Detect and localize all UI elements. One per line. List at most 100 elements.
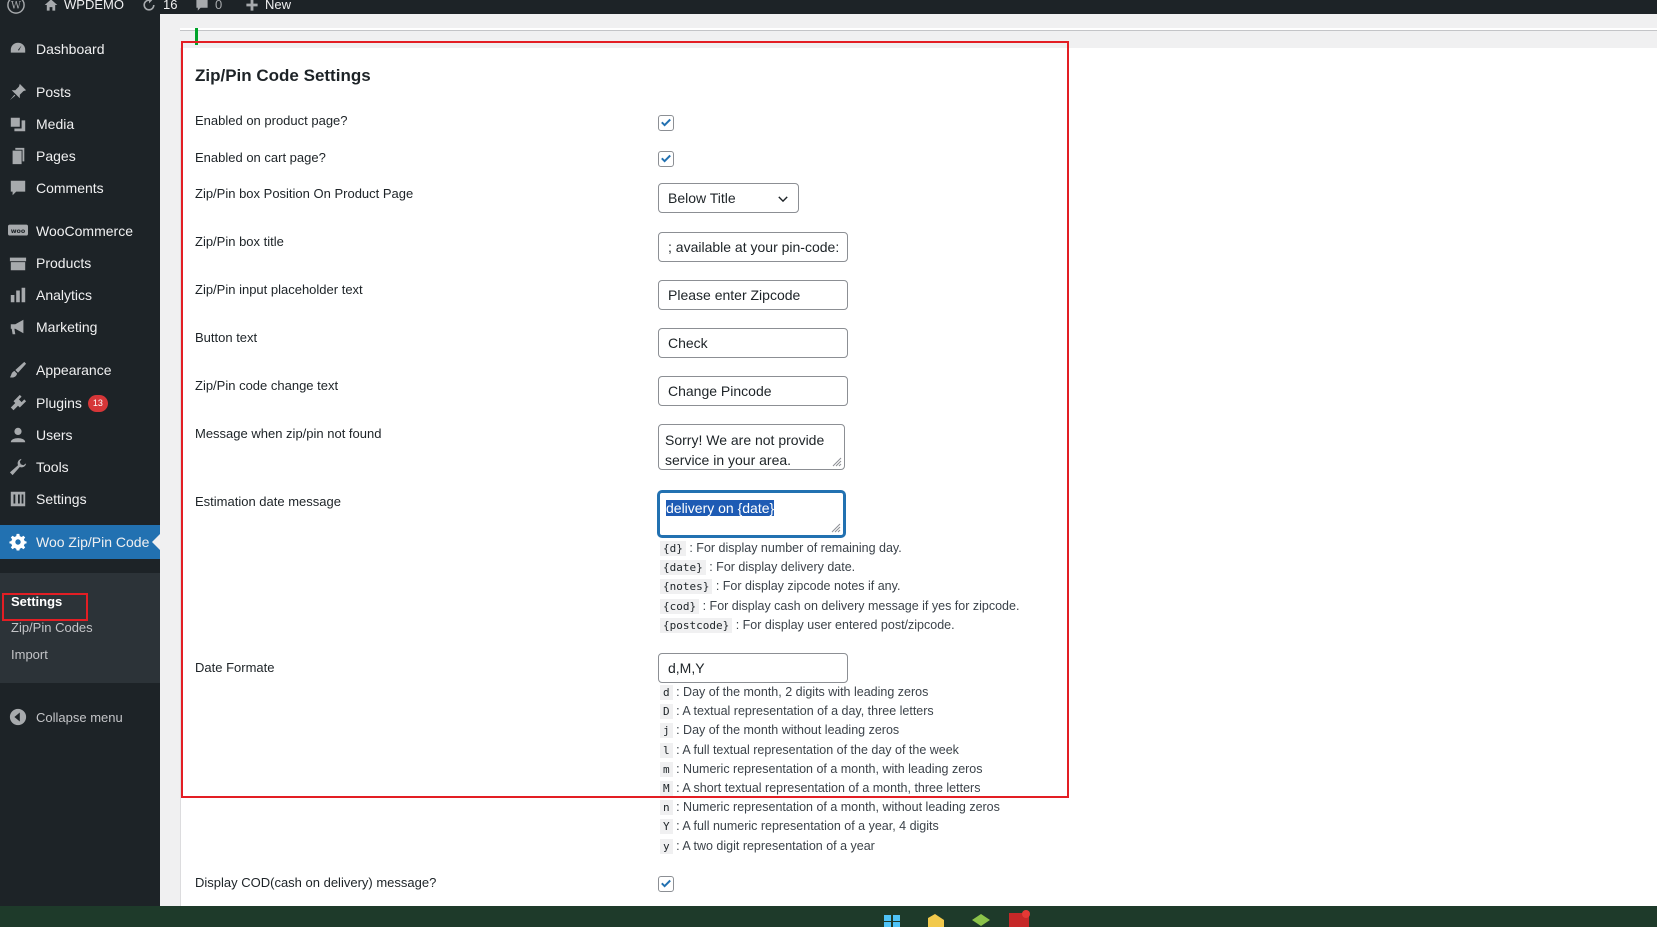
- menu-item-appearance[interactable]: Appearance: [0, 353, 160, 387]
- settings-sliders-icon: [8, 489, 28, 509]
- menu-item-users[interactable]: Users: [0, 418, 160, 452]
- checkmark-icon: [661, 154, 671, 163]
- date-format-label: Date Formate: [195, 660, 275, 675]
- woo-zip-pin-submenu: Settings Zip/Pin Codes Import: [0, 573, 160, 683]
- menu-label-media: Media: [36, 116, 75, 132]
- menu-label-appearance: Appearance: [36, 362, 112, 378]
- help-text: : Numeric representation of a month, wit…: [676, 761, 983, 776]
- help-text: : A full textual representation of the d…: [676, 742, 959, 757]
- updates-link[interactable]: 16: [141, 0, 177, 14]
- collapse-menu-label: Collapse menu: [36, 709, 123, 725]
- menu-item-marketing[interactable]: Marketing: [0, 310, 160, 344]
- help-line: {date} : For display delivery date.: [660, 558, 1019, 577]
- menu-label-woo-zip-pin-code: Woo Zip/Pin Code: [36, 534, 150, 550]
- menu-item-settings[interactable]: Settings: [0, 482, 160, 516]
- change-text-input[interactable]: Change Pincode: [658, 376, 848, 406]
- menu-item-woocommerce[interactable]: woo WooCommerce: [0, 214, 160, 248]
- cod-message-checkbox[interactable]: [658, 876, 674, 892]
- file-explorer-icon[interactable]: [925, 910, 947, 927]
- os-taskbar: [0, 906, 1657, 927]
- dashboard-icon: [8, 39, 28, 59]
- menu-item-products[interactable]: Products: [0, 246, 160, 280]
- help-text: : For display delivery date.: [709, 560, 856, 575]
- menu-label-comments: Comments: [36, 180, 104, 196]
- plugins-update-badge: 13: [87, 394, 108, 412]
- help-line: M : A short textual representation of a …: [660, 779, 1000, 798]
- pin-icon: [8, 82, 28, 102]
- help-line: D : A textual representation of a day, t…: [660, 702, 1000, 721]
- notification-app-icon[interactable]: [1008, 910, 1030, 927]
- estimation-message-label: Estimation date message: [195, 494, 341, 509]
- enabled-product-checkbox[interactable]: [658, 115, 674, 131]
- placeholder-code: {notes}: [660, 579, 713, 595]
- app-icon[interactable]: [970, 910, 992, 927]
- help-text: : For display cash on delivery message i…: [702, 598, 1020, 613]
- button-text-input[interactable]: Check: [658, 328, 848, 358]
- estimation-message-text: delivery on {date}: [666, 500, 775, 516]
- box-title-input[interactable]: ; available at your pin-code:: [658, 232, 848, 262]
- format-code: d: [660, 685, 673, 700]
- menu-label-tools: Tools: [36, 459, 69, 475]
- estimation-message-textarea[interactable]: delivery on {date}: [658, 491, 845, 537]
- position-select-value: Below Title: [668, 190, 736, 206]
- collapse-arrow-icon: [8, 707, 28, 727]
- resize-grip-icon[interactable]: [831, 523, 841, 533]
- menu-item-tools[interactable]: Tools: [0, 450, 160, 484]
- menu-item-analytics[interactable]: Analytics: [0, 278, 160, 312]
- admin-sidebar: Dashboard Posts Media Pages Comments woo…: [0, 14, 160, 906]
- help-line: m : Numeric representation of a month, w…: [660, 760, 1000, 779]
- plus-icon: [246, 0, 258, 11]
- placeholder-text-label: Zip/Pin input placeholder text: [195, 282, 363, 297]
- chevron-down-icon: [778, 196, 788, 203]
- help-line: l : A full textual representation of the…: [660, 741, 1000, 760]
- help-text: : A short textual representation of a mo…: [676, 781, 981, 796]
- wordpress-logo-icon[interactable]: W: [7, 0, 25, 14]
- placeholder-text-input[interactable]: Please enter Zipcode: [658, 280, 848, 310]
- enabled-cart-checkbox[interactable]: [658, 151, 674, 167]
- plugins-icon: [8, 393, 28, 413]
- new-content-link[interactable]: New: [245, 0, 291, 14]
- admin-bar: W WPDEMO 16 0 New: [0, 0, 1657, 14]
- placeholder-code: {date}: [660, 560, 706, 576]
- help-line: {cod} : For display cash on delivery mes…: [660, 597, 1019, 616]
- format-code: M: [660, 781, 673, 797]
- placeholder-code: {d}: [660, 541, 686, 556]
- site-name-link[interactable]: WPDEMO: [44, 0, 124, 14]
- woo-icon: woo: [8, 221, 28, 241]
- help-line: {postcode} : For display user entered po…: [660, 616, 1019, 635]
- site-name: WPDEMO: [64, 0, 124, 12]
- windows-start-icon[interactable]: [881, 910, 903, 927]
- format-code: j: [660, 723, 673, 739]
- comments-count: 0: [215, 0, 223, 12]
- help-text: : Numeric representation of a month, wit…: [676, 800, 1000, 815]
- comment-bubble-icon: [196, 0, 208, 11]
- comments-link[interactable]: 0: [195, 0, 222, 14]
- submenu-item-zip-pin-codes[interactable]: Zip/Pin Codes: [11, 620, 93, 635]
- help-line: j : Day of the month without leading zer…: [660, 721, 1000, 740]
- not-found-message-textarea[interactable]: Sorry! We are not provide service in you…: [658, 424, 845, 470]
- collapse-menu-button[interactable]: Collapse menu: [0, 700, 160, 734]
- menu-item-comments[interactable]: Comments: [0, 171, 160, 205]
- svg-text:W: W: [11, 1, 22, 12]
- menu-item-plugins[interactable]: Plugins 13: [0, 386, 160, 420]
- format-code: D: [660, 704, 673, 720]
- position-label: Zip/Pin box Position On Product Page: [195, 186, 414, 201]
- help-line: d : Day of the month, 2 digits with lead…: [660, 683, 1000, 702]
- menu-item-posts[interactable]: Posts: [0, 75, 160, 109]
- menu-item-woo-zip-pin-code[interactable]: Woo Zip/Pin Code: [0, 525, 160, 559]
- placeholder-code: {postcode}: [660, 617, 733, 633]
- menu-item-media[interactable]: Media: [0, 107, 160, 141]
- position-select[interactable]: Below Title: [658, 183, 799, 213]
- enabled-cart-label: Enabled on cart page?: [195, 150, 326, 165]
- updates-count: 16: [163, 0, 178, 12]
- resize-grip-icon[interactable]: [832, 457, 842, 467]
- wrench-icon: [8, 457, 28, 477]
- date-format-input[interactable]: d,M,Y: [658, 653, 848, 683]
- menu-item-pages[interactable]: Pages: [0, 139, 160, 173]
- help-text: : For display zipcode notes if any.: [715, 579, 901, 594]
- menu-label-posts: Posts: [36, 84, 72, 100]
- submenu-item-import[interactable]: Import: [11, 647, 48, 662]
- menu-item-dashboard[interactable]: Dashboard: [0, 32, 160, 66]
- menu-label-products: Products: [36, 255, 92, 271]
- help-text: : Day of the month, 2 digits with leadin…: [676, 685, 929, 699]
